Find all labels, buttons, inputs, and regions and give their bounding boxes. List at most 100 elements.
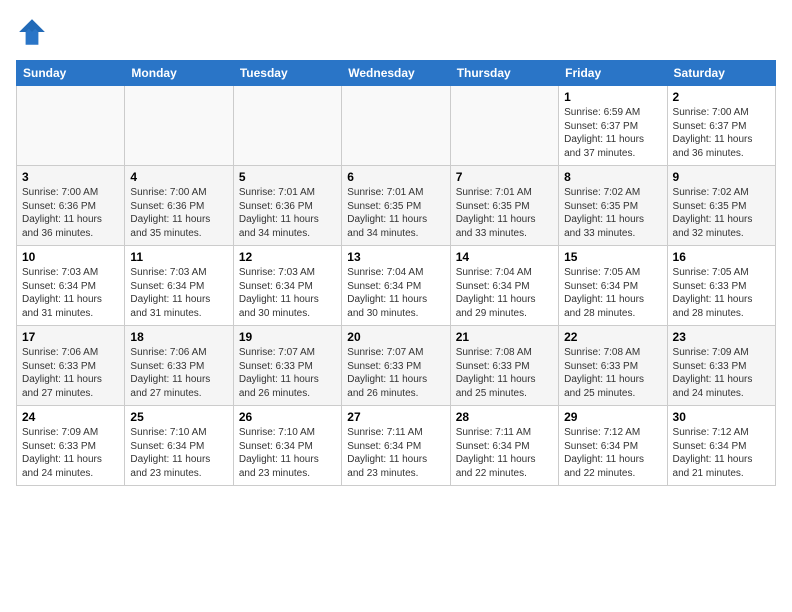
day-number: 8 <box>564 170 661 184</box>
day-info: Sunrise: 7:08 AM Sunset: 6:33 PM Dayligh… <box>564 346 661 400</box>
day-number: 3 <box>22 170 119 184</box>
day-info: Sunrise: 7:01 AM Sunset: 6:35 PM Dayligh… <box>347 186 444 240</box>
calendar-cell: 17 Sunrise: 7:06 AM Sunset: 6:33 PM Dayli… <box>17 326 125 406</box>
calendar-cell: 11 Sunrise: 7:03 AM Sunset: 6:34 PM Dayli… <box>125 246 233 326</box>
calendar-cell: 12 Sunrise: 7:03 AM Sunset: 6:34 PM Dayli… <box>233 246 341 326</box>
calendar-cell: 15 Sunrise: 7:05 AM Sunset: 6:34 PM Dayli… <box>559 246 667 326</box>
day-info: Sunrise: 7:07 AM Sunset: 6:33 PM Dayligh… <box>239 346 336 400</box>
calendar-cell: 19 Sunrise: 7:07 AM Sunset: 6:33 PM Dayli… <box>233 326 341 406</box>
day-number: 23 <box>673 330 770 344</box>
day-info: Sunrise: 7:08 AM Sunset: 6:33 PM Dayligh… <box>456 346 553 400</box>
calendar-cell: 29 Sunrise: 7:12 AM Sunset: 6:34 PM Dayli… <box>559 406 667 486</box>
day-number: 2 <box>673 90 770 104</box>
day-info: Sunrise: 6:59 AM Sunset: 6:37 PM Dayligh… <box>564 106 661 160</box>
calendar-cell: 5Sunrise: 7:01 AM Sunset: 6:36 PM Daylig… <box>233 166 341 246</box>
calendar-cell <box>450 86 558 166</box>
calendar-header-wednesday: Wednesday <box>342 61 450 86</box>
day-info: Sunrise: 7:07 AM Sunset: 6:33 PM Dayligh… <box>347 346 444 400</box>
day-info: Sunrise: 7:09 AM Sunset: 6:33 PM Dayligh… <box>673 346 770 400</box>
day-number: 10 <box>22 250 119 264</box>
day-number: 22 <box>564 330 661 344</box>
calendar-header-row: SundayMondayTuesdayWednesdayThursdayFrid… <box>17 61 776 86</box>
day-info: Sunrise: 7:01 AM Sunset: 6:35 PM Dayligh… <box>456 186 553 240</box>
day-info: Sunrise: 7:03 AM Sunset: 6:34 PM Dayligh… <box>22 266 119 320</box>
calendar-cell: 9Sunrise: 7:02 AM Sunset: 6:35 PM Daylig… <box>667 166 775 246</box>
calendar-cell: 24 Sunrise: 7:09 AM Sunset: 6:33 PM Dayli… <box>17 406 125 486</box>
day-info: Sunrise: 7:03 AM Sunset: 6:34 PM Dayligh… <box>130 266 227 320</box>
day-info: Sunrise: 7:12 AM Sunset: 6:34 PM Dayligh… <box>673 426 770 480</box>
calendar-cell: 26 Sunrise: 7:10 AM Sunset: 6:34 PM Dayli… <box>233 406 341 486</box>
day-info: Sunrise: 7:02 AM Sunset: 6:35 PM Dayligh… <box>673 186 770 240</box>
calendar-cell: 4Sunrise: 7:00 AM Sunset: 6:36 PM Daylig… <box>125 166 233 246</box>
day-number: 15 <box>564 250 661 264</box>
day-info: Sunrise: 7:05 AM Sunset: 6:34 PM Dayligh… <box>564 266 661 320</box>
day-info: Sunrise: 7:00 AM Sunset: 6:37 PM Dayligh… <box>673 106 770 160</box>
day-info: Sunrise: 7:11 AM Sunset: 6:34 PM Dayligh… <box>456 426 553 480</box>
day-number: 12 <box>239 250 336 264</box>
calendar-week-row: 17 Sunrise: 7:06 AM Sunset: 6:33 PM Dayli… <box>17 326 776 406</box>
logo-icon <box>16 16 48 48</box>
day-number: 18 <box>130 330 227 344</box>
calendar-cell: 23 Sunrise: 7:09 AM Sunset: 6:33 PM Dayli… <box>667 326 775 406</box>
day-number: 6 <box>347 170 444 184</box>
day-info: Sunrise: 7:05 AM Sunset: 6:33 PM Dayligh… <box>673 266 770 320</box>
day-info: Sunrise: 7:12 AM Sunset: 6:34 PM Dayligh… <box>564 426 661 480</box>
day-number: 21 <box>456 330 553 344</box>
calendar-cell: 6 Sunrise: 7:01 AM Sunset: 6:35 PM Daylig… <box>342 166 450 246</box>
calendar-week-row: 24 Sunrise: 7:09 AM Sunset: 6:33 PM Dayli… <box>17 406 776 486</box>
calendar-header-friday: Friday <box>559 61 667 86</box>
calendar-cell: 10 Sunrise: 7:03 AM Sunset: 6:34 PM Dayli… <box>17 246 125 326</box>
day-info: Sunrise: 7:06 AM Sunset: 6:33 PM Dayligh… <box>130 346 227 400</box>
calendar-cell: 30 Sunrise: 7:12 AM Sunset: 6:34 PM Dayli… <box>667 406 775 486</box>
calendar-cell: 18 Sunrise: 7:06 AM Sunset: 6:33 PM Dayli… <box>125 326 233 406</box>
calendar-cell: 27Sunrise: 7:11 AM Sunset: 6:34 PM Dayli… <box>342 406 450 486</box>
day-number: 11 <box>130 250 227 264</box>
calendar-cell: 8 Sunrise: 7:02 AM Sunset: 6:35 PM Daylig… <box>559 166 667 246</box>
calendar-cell: 7 Sunrise: 7:01 AM Sunset: 6:35 PM Daylig… <box>450 166 558 246</box>
day-info: Sunrise: 7:00 AM Sunset: 6:36 PM Dayligh… <box>22 186 119 240</box>
calendar-header-saturday: Saturday <box>667 61 775 86</box>
day-info: Sunrise: 7:02 AM Sunset: 6:35 PM Dayligh… <box>564 186 661 240</box>
day-info: Sunrise: 7:11 AM Sunset: 6:34 PM Dayligh… <box>347 426 444 480</box>
calendar-week-row: 3 Sunrise: 7:00 AM Sunset: 6:36 PM Daylig… <box>17 166 776 246</box>
calendar-week-row: 10 Sunrise: 7:03 AM Sunset: 6:34 PM Dayli… <box>17 246 776 326</box>
calendar-cell: 16 Sunrise: 7:05 AM Sunset: 6:33 PM Dayli… <box>667 246 775 326</box>
logo <box>16 16 52 48</box>
day-info: Sunrise: 7:06 AM Sunset: 6:33 PM Dayligh… <box>22 346 119 400</box>
calendar-cell <box>17 86 125 166</box>
day-info: Sunrise: 7:03 AM Sunset: 6:34 PM Dayligh… <box>239 266 336 320</box>
day-number: 5 <box>239 170 336 184</box>
day-number: 30 <box>673 410 770 424</box>
calendar-cell: 22 Sunrise: 7:08 AM Sunset: 6:33 PM Dayli… <box>559 326 667 406</box>
calendar-cell <box>125 86 233 166</box>
day-info: Sunrise: 7:10 AM Sunset: 6:34 PM Dayligh… <box>130 426 227 480</box>
day-number: 19 <box>239 330 336 344</box>
calendar-cell: 20 Sunrise: 7:07 AM Sunset: 6:33 PM Dayli… <box>342 326 450 406</box>
day-info: Sunrise: 7:04 AM Sunset: 6:34 PM Dayligh… <box>347 266 444 320</box>
day-number: 28 <box>456 410 553 424</box>
day-number: 7 <box>456 170 553 184</box>
day-number: 26 <box>239 410 336 424</box>
day-number: 20 <box>347 330 444 344</box>
calendar-header-monday: Monday <box>125 61 233 86</box>
calendar-week-row: 1 Sunrise: 6:59 AM Sunset: 6:37 PM Daylig… <box>17 86 776 166</box>
day-number: 14 <box>456 250 553 264</box>
calendar-cell: 25 Sunrise: 7:10 AM Sunset: 6:34 PM Dayli… <box>125 406 233 486</box>
calendar-cell: 2 Sunrise: 7:00 AM Sunset: 6:37 PM Daylig… <box>667 86 775 166</box>
day-number: 25 <box>130 410 227 424</box>
calendar-cell <box>233 86 341 166</box>
day-number: 17 <box>22 330 119 344</box>
day-info: Sunrise: 7:09 AM Sunset: 6:33 PM Dayligh… <box>22 426 119 480</box>
page-header <box>16 16 776 48</box>
day-info: Sunrise: 7:00 AM Sunset: 6:36 PM Dayligh… <box>130 186 227 240</box>
day-number: 29 <box>564 410 661 424</box>
day-number: 16 <box>673 250 770 264</box>
day-number: 24 <box>22 410 119 424</box>
calendar-cell: 3 Sunrise: 7:00 AM Sunset: 6:36 PM Daylig… <box>17 166 125 246</box>
day-info: Sunrise: 7:04 AM Sunset: 6:34 PM Dayligh… <box>456 266 553 320</box>
calendar-cell: 21 Sunrise: 7:08 AM Sunset: 6:33 PM Dayli… <box>450 326 558 406</box>
day-number: 1 <box>564 90 661 104</box>
calendar-cell <box>342 86 450 166</box>
day-info: Sunrise: 7:10 AM Sunset: 6:34 PM Dayligh… <box>239 426 336 480</box>
calendar-table: SundayMondayTuesdayWednesdayThursdayFrid… <box>16 60 776 486</box>
